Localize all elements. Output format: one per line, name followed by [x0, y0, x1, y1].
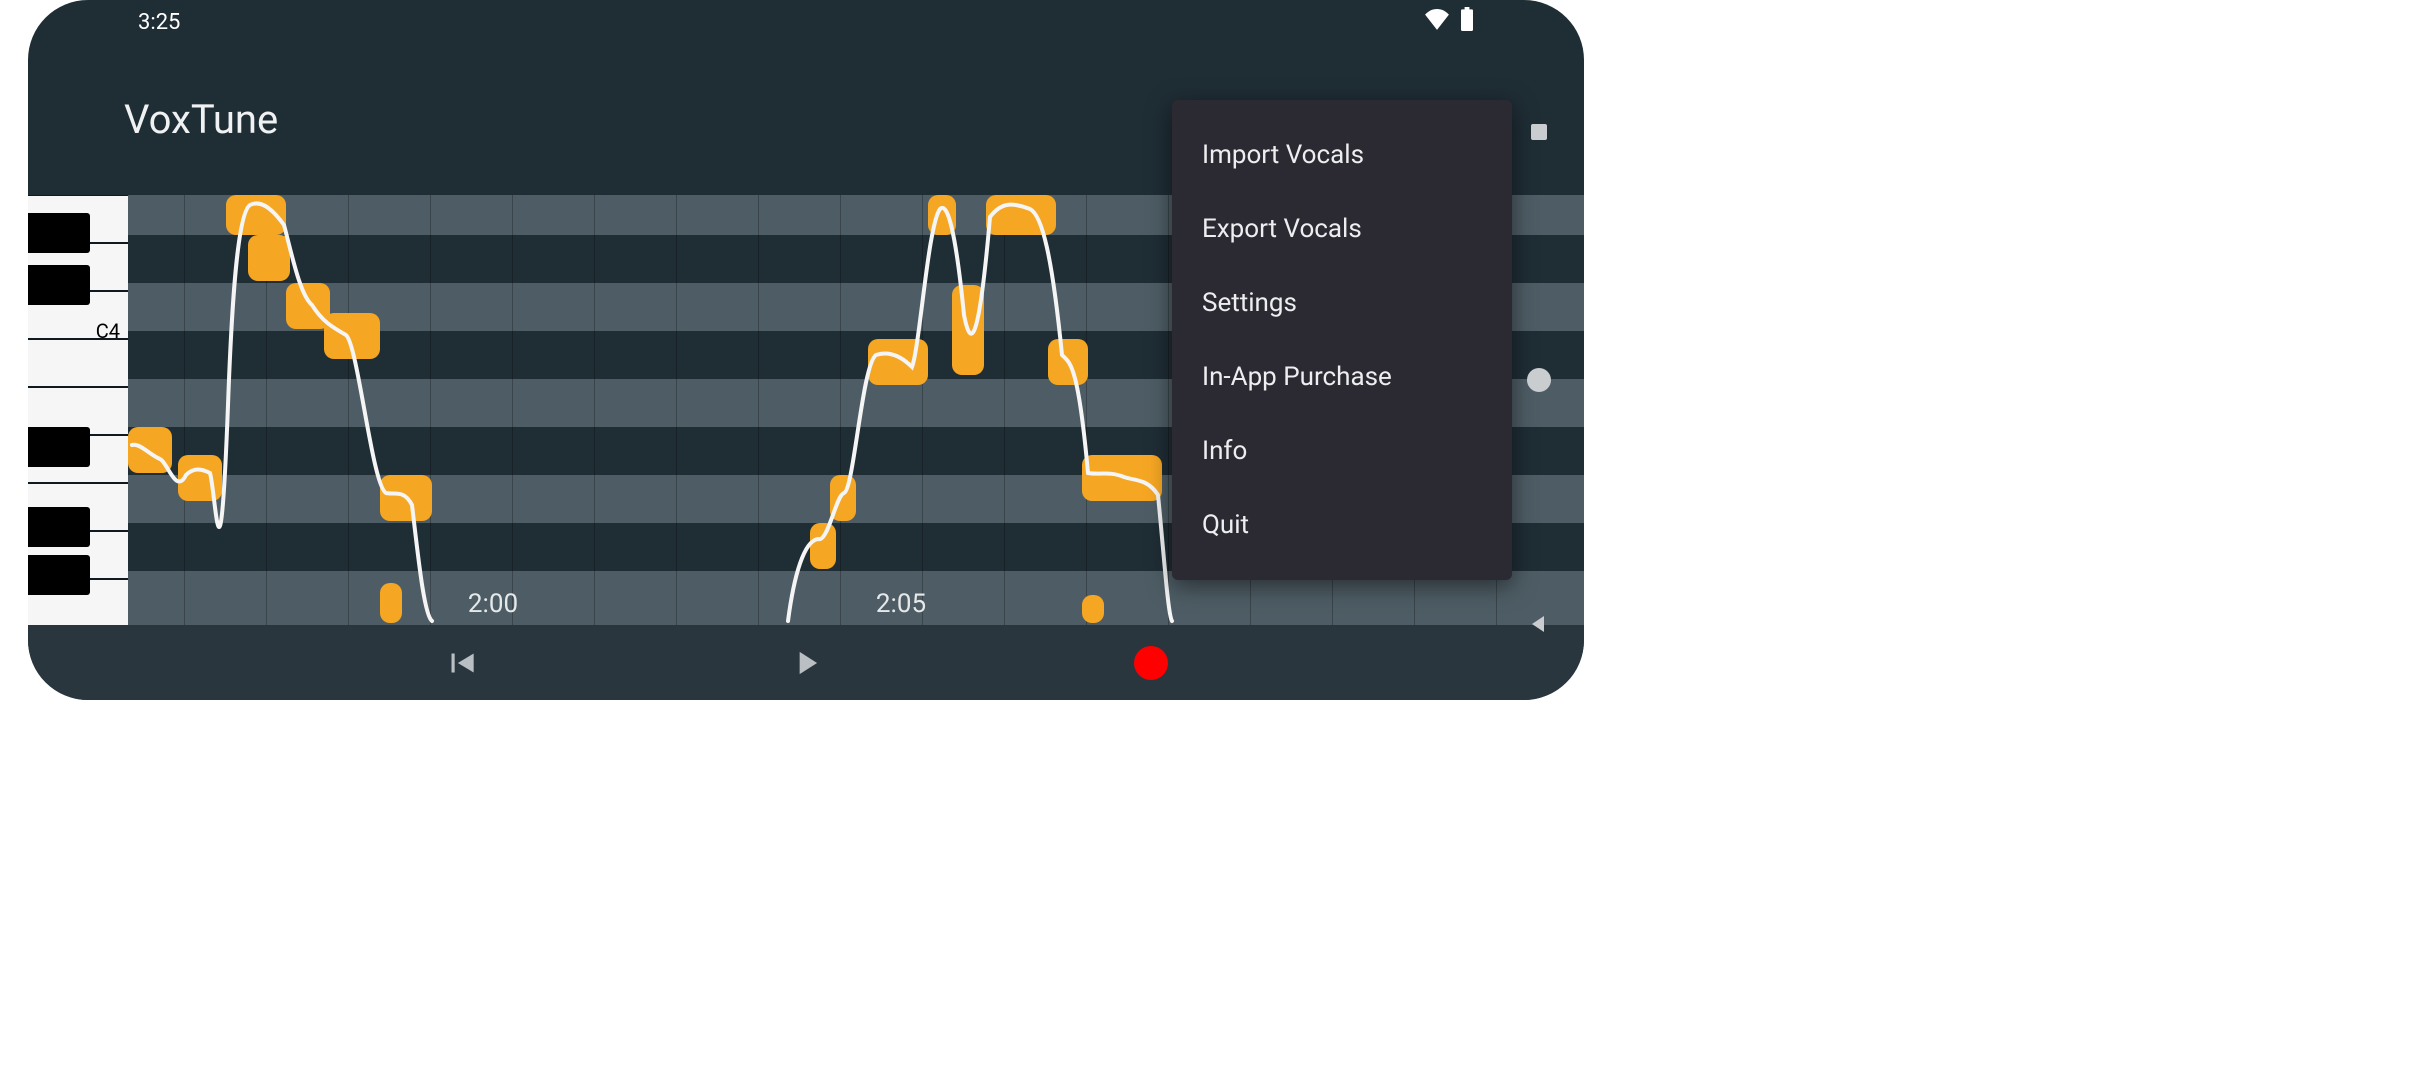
wifi-icon: [1424, 8, 1450, 36]
menu-import-vocals[interactable]: Import Vocals: [1172, 118, 1512, 192]
note-clip[interactable]: [868, 339, 928, 385]
piano-black-key[interactable]: [28, 427, 90, 467]
note-clip[interactable]: [1082, 455, 1162, 501]
app-window: 3:25 VoxTune: [28, 0, 1584, 700]
note-clip[interactable]: [1082, 595, 1104, 623]
note-clip[interactable]: [380, 583, 402, 623]
status-bar: 3:25: [28, 0, 1584, 44]
note-clip[interactable]: [810, 523, 836, 569]
note-clip[interactable]: [380, 475, 432, 521]
nav-back-button[interactable]: [1527, 612, 1551, 640]
transport-bar: [28, 625, 1584, 700]
menu-settings[interactable]: Settings: [1172, 266, 1512, 340]
note-clip[interactable]: [324, 313, 380, 359]
menu-in-app-purchase[interactable]: In-App Purchase: [1172, 340, 1512, 414]
piano-black-key[interactable]: [28, 507, 90, 547]
note-clip[interactable]: [226, 195, 286, 235]
record-button[interactable]: [1125, 637, 1177, 689]
time-label: 2:00: [468, 589, 518, 619]
piano-key-label: C4: [96, 319, 120, 343]
note-clip[interactable]: [928, 195, 956, 235]
time-label: 2:05: [876, 589, 926, 619]
note-clip[interactable]: [986, 195, 1056, 235]
app-title: VoxTune: [124, 96, 278, 143]
menu-quit[interactable]: Quit: [1172, 488, 1512, 562]
nav-recent-button[interactable]: [1527, 120, 1551, 148]
system-nav: [1514, 120, 1564, 640]
note-clip[interactable]: [830, 475, 856, 521]
nav-home-button[interactable]: [1527, 368, 1551, 392]
piano-keyboard[interactable]: C4: [28, 195, 128, 625]
rewind-button[interactable]: [435, 637, 487, 689]
battery-icon: [1460, 7, 1474, 37]
note-clip[interactable]: [1048, 339, 1088, 385]
menu-info[interactable]: Info: [1172, 414, 1512, 488]
play-button[interactable]: [780, 637, 832, 689]
piano-black-key[interactable]: [28, 265, 90, 305]
note-clip[interactable]: [248, 235, 290, 281]
note-clip[interactable]: [952, 285, 984, 375]
piano-black-key[interactable]: [28, 555, 90, 595]
note-clip[interactable]: [178, 455, 222, 501]
menu-export-vocals[interactable]: Export Vocals: [1172, 192, 1512, 266]
note-clip[interactable]: [128, 427, 172, 473]
status-time: 3:25: [138, 10, 180, 35]
overflow-menu: Import Vocals Export Vocals Settings In-…: [1172, 100, 1512, 580]
piano-black-key[interactable]: [28, 213, 90, 253]
record-icon: [1134, 646, 1168, 680]
